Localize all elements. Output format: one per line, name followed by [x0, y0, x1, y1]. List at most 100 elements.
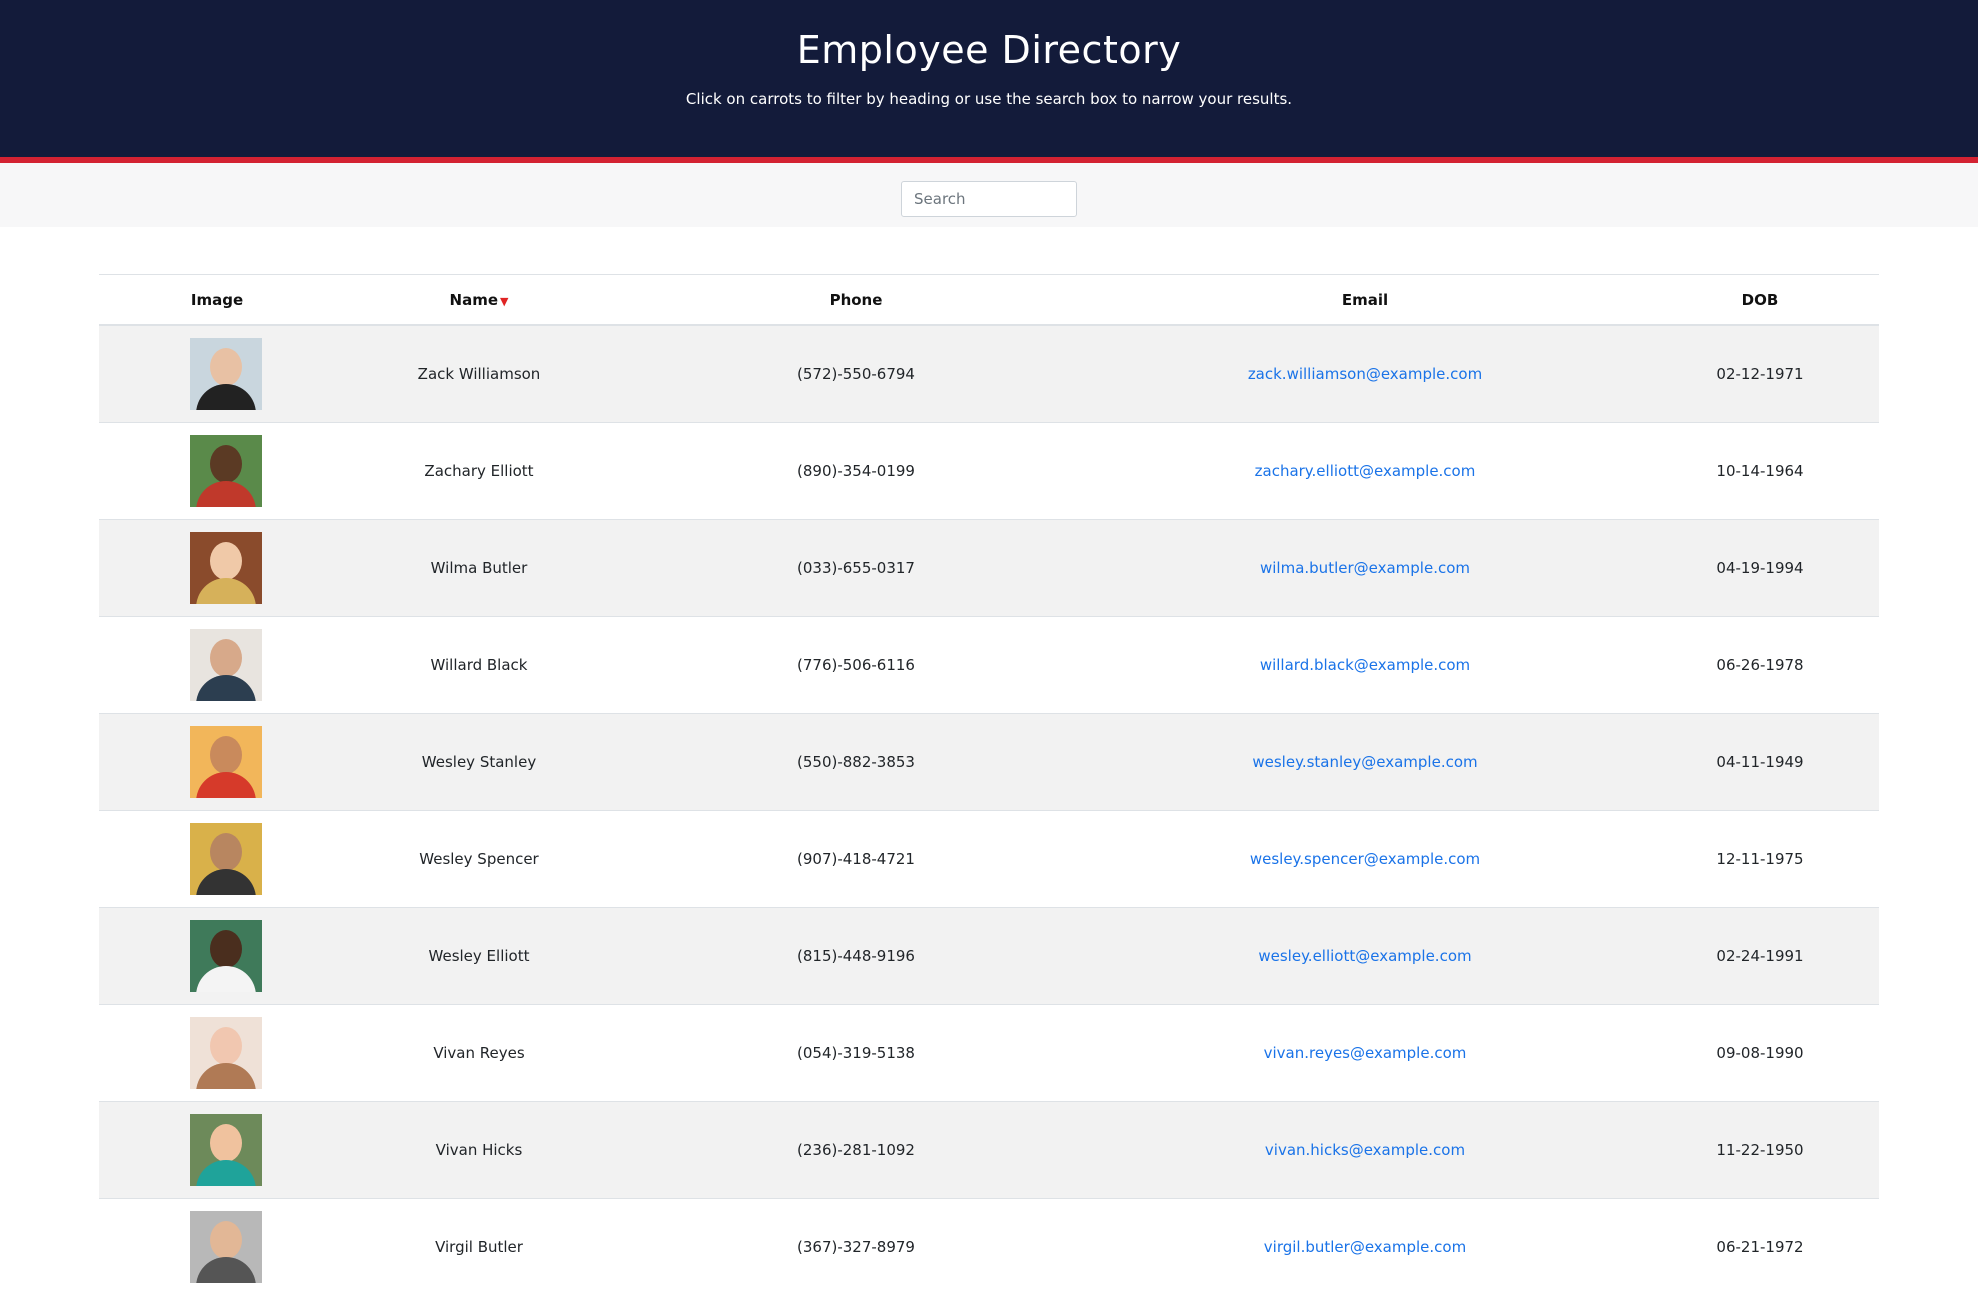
avatar	[190, 726, 262, 798]
avatar	[190, 338, 262, 410]
cell-email: wilma.butler@example.com	[1089, 519, 1641, 617]
avatar-head-shape	[210, 542, 242, 580]
cell-name: Willard Black	[335, 616, 623, 714]
cell-dob: 06-21-1972	[1641, 1198, 1879, 1295]
avatar-body-shape	[196, 481, 256, 507]
cell-dob: 12-11-1975	[1641, 810, 1879, 908]
cell-dob: 10-14-1964	[1641, 422, 1879, 520]
avatar-body-shape	[196, 869, 256, 895]
avatar-body-shape	[196, 772, 256, 798]
cell-phone: (033)-655-0317	[623, 519, 1089, 617]
column-header-name[interactable]: Name ▼	[335, 274, 623, 326]
cell-phone: (907)-418-4721	[623, 810, 1089, 908]
avatar-head-shape	[210, 639, 242, 677]
cell-image	[99, 1101, 335, 1199]
cell-dob: 09-08-1990	[1641, 1004, 1879, 1102]
avatar	[190, 532, 262, 604]
cell-phone: (572)-550-6794	[623, 324, 1089, 423]
column-header-name-label: Name	[449, 290, 498, 309]
cell-email: wesley.elliott@example.com	[1089, 907, 1641, 1005]
sort-caret-down-icon[interactable]: ▼	[500, 295, 508, 308]
avatar	[190, 435, 262, 507]
column-header-email[interactable]: Email	[1089, 274, 1641, 326]
cell-dob: 04-11-1949	[1641, 713, 1879, 811]
cell-name: Wilma Butler	[335, 519, 623, 617]
table-row: Vivan Reyes (054)-319-5138 vivan.reyes@exa…	[99, 1004, 1879, 1102]
email-link[interactable]: wesley.stanley@example.com	[1252, 753, 1477, 771]
avatar	[190, 1211, 262, 1283]
cell-email: willard.black@example.com	[1089, 616, 1641, 714]
cell-name: Wesley Stanley	[335, 713, 623, 811]
cell-image	[99, 713, 335, 811]
avatar-head-shape	[210, 1027, 242, 1065]
avatar-head-shape	[210, 736, 242, 774]
table-row: Vivan Hicks (236)-281-1092 vivan.hicks@exa…	[99, 1101, 1879, 1199]
cell-name: Wesley Spencer	[335, 810, 623, 908]
avatar-body-shape	[196, 578, 256, 604]
table-header-row: Image Name ▼ Phone Email DOB	[99, 274, 1879, 326]
email-link[interactable]: zachary.elliott@example.com	[1255, 462, 1476, 480]
cell-name: Vivan Hicks	[335, 1101, 623, 1199]
cell-phone: (550)-882-3853	[623, 713, 1089, 811]
cell-image	[99, 422, 335, 520]
avatar-body-shape	[196, 384, 256, 410]
table-row: Virgil Butler (367)-327-8979 virgil.butler…	[99, 1198, 1879, 1295]
table-row: Zack Williamson (572)-550-6794 zack.willia…	[99, 324, 1879, 423]
avatar-body-shape	[196, 1257, 256, 1283]
avatar-body-shape	[196, 966, 256, 992]
email-link[interactable]: wesley.elliott@example.com	[1258, 947, 1471, 965]
avatar	[190, 629, 262, 701]
cell-image	[99, 519, 335, 617]
cell-dob: 02-24-1991	[1641, 907, 1879, 1005]
email-link[interactable]: wilma.butler@example.com	[1260, 559, 1470, 577]
cell-phone: (776)-506-6116	[623, 616, 1089, 714]
email-link[interactable]: virgil.butler@example.com	[1264, 1238, 1466, 1256]
cell-email: zachary.elliott@example.com	[1089, 422, 1641, 520]
column-header-image[interactable]: Image	[99, 274, 335, 326]
cell-dob: 06-26-1978	[1641, 616, 1879, 714]
avatar	[190, 1017, 262, 1089]
cell-phone: (236)-281-1092	[623, 1101, 1089, 1199]
search-input[interactable]	[901, 181, 1077, 217]
avatar-body-shape	[196, 1160, 256, 1186]
cell-name: Wesley Elliott	[335, 907, 623, 1005]
column-header-dob[interactable]: DOB	[1641, 274, 1879, 326]
email-link[interactable]: willard.black@example.com	[1260, 656, 1470, 674]
cell-name: Virgil Butler	[335, 1198, 623, 1295]
avatar	[190, 823, 262, 895]
cell-image	[99, 810, 335, 908]
cell-email: virgil.butler@example.com	[1089, 1198, 1641, 1295]
avatar-head-shape	[210, 348, 242, 386]
cell-email: vivan.hicks@example.com	[1089, 1101, 1641, 1199]
cell-name: Zack Williamson	[335, 324, 623, 423]
page-subtitle: Click on carrots to filter by heading or…	[685, 90, 1293, 108]
email-link[interactable]: wesley.spencer@example.com	[1250, 850, 1480, 868]
cell-image	[99, 324, 335, 423]
cell-dob: 04-19-1994	[1641, 519, 1879, 617]
avatar	[190, 1114, 262, 1186]
table-row: Willard Black (776)-506-6116 willard.black…	[99, 616, 1879, 714]
avatar-head-shape	[210, 930, 242, 968]
avatar-head-shape	[210, 833, 242, 871]
employee-table: Image Name ▼ Phone Email DOB Zack William…	[99, 274, 1879, 1295]
cell-name: Vivan Reyes	[335, 1004, 623, 1102]
avatar-body-shape	[196, 1063, 256, 1089]
search-bar	[0, 163, 1978, 227]
avatar-head-shape	[210, 445, 242, 483]
email-link[interactable]: vivan.reyes@example.com	[1264, 1044, 1467, 1062]
cell-image	[99, 616, 335, 714]
page-title: Employee Directory	[796, 28, 1182, 72]
email-link[interactable]: vivan.hicks@example.com	[1265, 1141, 1465, 1159]
email-link[interactable]: zack.williamson@example.com	[1248, 365, 1482, 383]
avatar-head-shape	[210, 1221, 242, 1259]
cell-email: vivan.reyes@example.com	[1089, 1004, 1641, 1102]
avatar	[190, 920, 262, 992]
table-row: Wilma Butler (033)-655-0317 wilma.butler@e…	[99, 519, 1879, 617]
page-header: Employee Directory Click on carrots to f…	[0, 0, 1978, 163]
table-row: Zachary Elliott (890)-354-0199 zachary.ell…	[99, 422, 1879, 520]
avatar-body-shape	[196, 675, 256, 701]
table-row: Wesley Elliott (815)-448-9196 wesley.ellio…	[99, 907, 1879, 1005]
cell-dob: 02-12-1971	[1641, 324, 1879, 423]
column-header-phone[interactable]: Phone	[623, 274, 1089, 326]
cell-email: wesley.spencer@example.com	[1089, 810, 1641, 908]
